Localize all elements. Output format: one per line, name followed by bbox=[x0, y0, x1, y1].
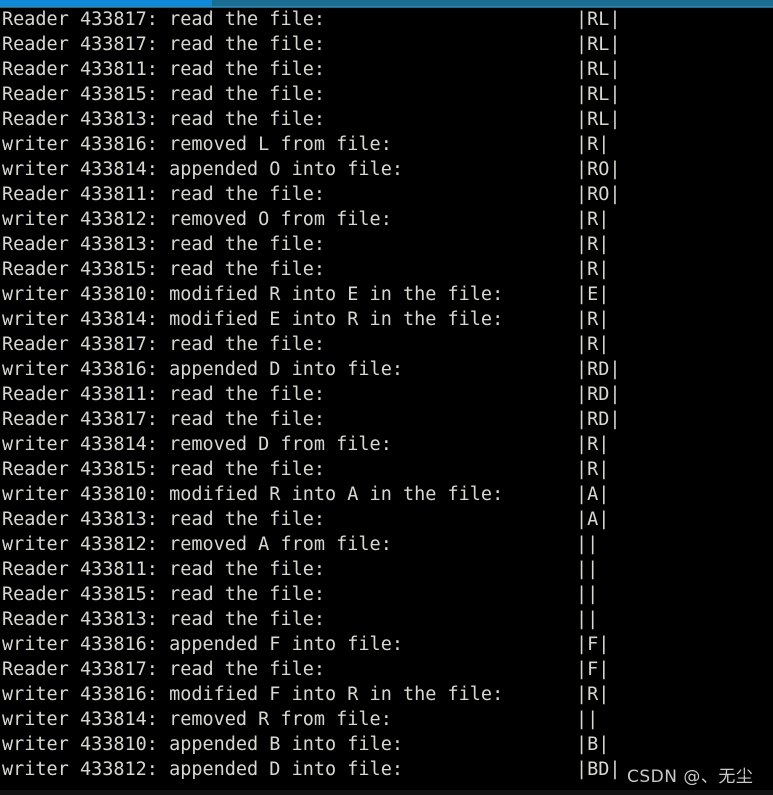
log-line-file-content: |RO| bbox=[576, 159, 621, 180]
log-line: Reader 433813: read the file: || bbox=[0, 607, 773, 632]
log-line: Reader 433817: read the file: |RL| bbox=[0, 32, 773, 57]
log-line-file-content: || bbox=[576, 609, 599, 630]
log-line: writer 433810: modified R into A in the … bbox=[0, 482, 773, 507]
log-line-message: Reader 433815: read the file: bbox=[2, 84, 326, 105]
log-line: Reader 433817: read the file: |R| bbox=[0, 332, 773, 357]
log-line-file-content: |R| bbox=[576, 134, 610, 155]
log-line: Reader 433817: read the file: |RD| bbox=[0, 407, 773, 432]
log-line-file-content: |R| bbox=[576, 459, 610, 480]
log-line-message: writer 433814: modified E into R in the … bbox=[2, 309, 504, 330]
log-line-message: writer 433812: removed A from file: bbox=[2, 534, 392, 555]
log-line-file-content: |R| bbox=[576, 259, 610, 280]
log-line: writer 433810: appended B into file: |B| bbox=[0, 732, 773, 757]
log-line-message: Reader 433817: read the file: bbox=[2, 9, 326, 30]
log-line-file-content: |RL| bbox=[576, 84, 621, 105]
log-line-file-content: |B| bbox=[576, 734, 610, 755]
log-line-file-content: || bbox=[576, 534, 599, 555]
log-line-message: Reader 433815: read the file: bbox=[2, 584, 326, 605]
log-line-message: Reader 433813: read the file: bbox=[2, 609, 326, 630]
log-line-file-content: || bbox=[576, 709, 599, 730]
log-line-message: Reader 433817: read the file: bbox=[2, 659, 326, 680]
log-line: Reader 433817: read the file: |F| bbox=[0, 657, 773, 682]
log-line-message: writer 433814: removed D from file: bbox=[2, 434, 392, 455]
log-line-message: Reader 433813: read the file: bbox=[2, 109, 326, 130]
log-line: Reader 433813: read the file: |A| bbox=[0, 507, 773, 532]
log-line: writer 433814: appended O into file: |RO| bbox=[0, 157, 773, 182]
watermark-label: CSDN @、无尘 bbox=[627, 767, 754, 787]
log-line-file-content: || bbox=[576, 559, 599, 580]
log-line: writer 433814: modified E into R in the … bbox=[0, 307, 773, 332]
log-line-file-content: || bbox=[576, 584, 599, 605]
log-line: Reader 433813: read the file: |RL| bbox=[0, 107, 773, 132]
log-line: Reader 433815: read the file: |R| bbox=[0, 457, 773, 482]
log-line-message: writer 433812: appended D into file: bbox=[2, 759, 403, 780]
log-line: writer 433812: removed O from file: |R| bbox=[0, 207, 773, 232]
log-line-file-content: |RL| bbox=[576, 34, 621, 55]
log-line-file-content: |A| bbox=[576, 509, 610, 530]
log-line-message: writer 433816: appended D into file: bbox=[2, 359, 403, 380]
log-line-file-content: |F| bbox=[576, 634, 610, 655]
log-line-file-content: |R| bbox=[576, 684, 610, 705]
log-line-file-content: |R| bbox=[576, 309, 610, 330]
log-line: writer 433814: removed R from file: || bbox=[0, 707, 773, 732]
log-line-file-content: |R| bbox=[576, 234, 610, 255]
log-line: Reader 433817: read the file: |RL| bbox=[0, 7, 773, 32]
log-line-message: Reader 433817: read the file: bbox=[2, 409, 326, 430]
log-line: writer 433816: appended D into file: |RD| bbox=[0, 357, 773, 382]
log-line: Reader 433815: read the file: |R| bbox=[0, 257, 773, 282]
terminal-window[interactable]: Reader 433817: read the file: |RL| Reader … bbox=[0, 0, 773, 795]
log-line: writer 433810: modified R into E in the … bbox=[0, 282, 773, 307]
log-line-message: Reader 433811: read the file: bbox=[2, 184, 326, 205]
log-line-message: Reader 433811: read the file: bbox=[2, 559, 326, 580]
log-line-message: writer 433810: modified R into E in the … bbox=[2, 284, 504, 305]
log-line-message: Reader 433813: read the file: bbox=[2, 509, 326, 530]
bottom-edge-strip bbox=[0, 790, 773, 795]
log-line-message: writer 433816: modified F into R in the … bbox=[2, 684, 504, 705]
log-line-file-content: |E| bbox=[576, 284, 610, 305]
log-line: writer 433816: appended F into file: |F| bbox=[0, 632, 773, 657]
log-line-message: Reader 433811: read the file: bbox=[2, 59, 326, 80]
log-line-file-content: |A| bbox=[576, 484, 610, 505]
log-line: Reader 433811: read the file: || bbox=[0, 557, 773, 582]
log-line: writer 433812: removed A from file: || bbox=[0, 532, 773, 557]
log-line-message: Reader 433815: read the file: bbox=[2, 259, 326, 280]
log-line: Reader 433811: read the file: |RO| bbox=[0, 182, 773, 207]
log-line-message: Reader 433811: read the file: bbox=[2, 384, 326, 405]
log-line: Reader 433815: read the file: |RL| bbox=[0, 82, 773, 107]
log-line-message: writer 433816: removed L from file: bbox=[2, 134, 392, 155]
log-line-file-content: |RO| bbox=[576, 184, 621, 205]
log-line-message: Reader 433817: read the file: bbox=[2, 334, 326, 355]
log-line-file-content: |RD| bbox=[576, 384, 621, 405]
log-line-message: writer 433814: removed R from file: bbox=[2, 709, 392, 730]
log-line-message: Reader 433815: read the file: bbox=[2, 459, 326, 480]
log-line-message: writer 433814: appended O into file: bbox=[2, 159, 403, 180]
log-line-file-content: |RL| bbox=[576, 59, 621, 80]
log-line: Reader 433815: read the file: || bbox=[0, 582, 773, 607]
log-line-message: writer 433810: modified R into A in the … bbox=[2, 484, 504, 505]
log-line-message: writer 433810: appended B into file: bbox=[2, 734, 403, 755]
log-line-file-content: |R| bbox=[576, 334, 610, 355]
log-line-file-content: |RD| bbox=[576, 359, 621, 380]
log-line-message: Reader 433813: read the file: bbox=[2, 234, 326, 255]
log-line-message: writer 433816: appended F into file: bbox=[2, 634, 403, 655]
log-line: Reader 433813: read the file: |R| bbox=[0, 232, 773, 257]
log-line-file-content: |RD| bbox=[576, 409, 621, 430]
log-line-file-content: |RL| bbox=[576, 9, 621, 30]
log-line-file-content: |R| bbox=[576, 434, 610, 455]
log-line-file-content: |BD| bbox=[576, 759, 621, 780]
log-line-message: Reader 433817: read the file: bbox=[2, 34, 326, 55]
log-line: Reader 433811: read the file: |RL| bbox=[0, 57, 773, 82]
log-line: writer 433814: removed D from file: |R| bbox=[0, 432, 773, 457]
log-line-file-content: |RL| bbox=[576, 109, 621, 130]
log-line-message: writer 433812: removed O from file: bbox=[2, 209, 392, 230]
log-line: writer 433816: modified F into R in the … bbox=[0, 682, 773, 707]
terminal-log-output: Reader 433817: read the file: |RL| Reader … bbox=[0, 7, 773, 782]
log-line: Reader 433811: read the file: |RD| bbox=[0, 382, 773, 407]
log-line-file-content: |R| bbox=[576, 209, 610, 230]
log-line-file-content: |F| bbox=[576, 659, 610, 680]
log-line: writer 433816: removed L from file: |R| bbox=[0, 132, 773, 157]
